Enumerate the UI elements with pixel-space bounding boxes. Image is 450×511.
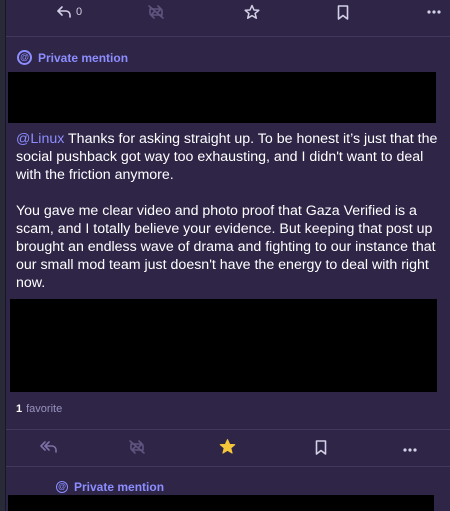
- more-button[interactable]: [399, 441, 421, 459]
- next-visibility-indicator: @ Private mention: [56, 480, 164, 494]
- status-divider: [6, 36, 450, 37]
- reply-icon: [57, 6, 71, 18]
- status-divider: [6, 429, 450, 430]
- bookmark-icon: [315, 439, 327, 455]
- star-icon: [244, 4, 260, 19]
- bookmark-icon: [337, 4, 349, 20]
- favourite-count: 1: [16, 403, 23, 415]
- at-icon: @: [56, 481, 68, 493]
- bottom-action-bar: [6, 436, 450, 458]
- at-icon: @: [17, 50, 32, 65]
- more-icon: [427, 10, 441, 14]
- status-divider: [6, 466, 450, 467]
- paragraph-text: Thanks for asking straight up. To be hon…: [16, 131, 438, 183]
- star-filled-icon: [219, 438, 235, 454]
- more-icon: [403, 448, 417, 452]
- favourite-label: favorite: [26, 403, 63, 415]
- boost-button[interactable]: [146, 3, 166, 21]
- reply-all-icon: [40, 441, 57, 453]
- boost-disabled-icon: [148, 5, 164, 19]
- status-paragraph: @Linux Thanks for asking straight up. To…: [16, 130, 440, 184]
- bookmark-button[interactable]: [310, 438, 332, 456]
- reply-count: 0: [76, 6, 83, 18]
- boost-disabled-icon: [129, 440, 145, 454]
- status-content: @Linux Thanks for asking straight up. To…: [16, 130, 440, 310]
- reply-all-button[interactable]: [38, 438, 60, 456]
- visibility-label: Private mention: [38, 50, 129, 65]
- favourite-button[interactable]: [242, 3, 262, 21]
- reply-button[interactable]: 0: [56, 2, 82, 22]
- redacted-header: [8, 72, 436, 123]
- visibility-label: Private mention: [74, 480, 165, 494]
- visibility-indicator: @ Private mention: [17, 50, 128, 65]
- favourite-summary[interactable]: 1 favorite: [16, 403, 62, 415]
- boost-button[interactable]: [126, 438, 148, 456]
- status-paragraph: You gave me clear video and photo proof …: [16, 203, 436, 291]
- redacted-media: [10, 299, 437, 392]
- redacted-header: [8, 495, 434, 511]
- favourite-button-active[interactable]: [216, 437, 238, 455]
- thread-line: [5, 0, 6, 511]
- top-action-bar: 0: [6, 0, 450, 24]
- mention-link[interactable]: @Linux: [16, 131, 64, 147]
- more-button[interactable]: [424, 3, 444, 21]
- bookmark-button[interactable]: [333, 3, 353, 21]
